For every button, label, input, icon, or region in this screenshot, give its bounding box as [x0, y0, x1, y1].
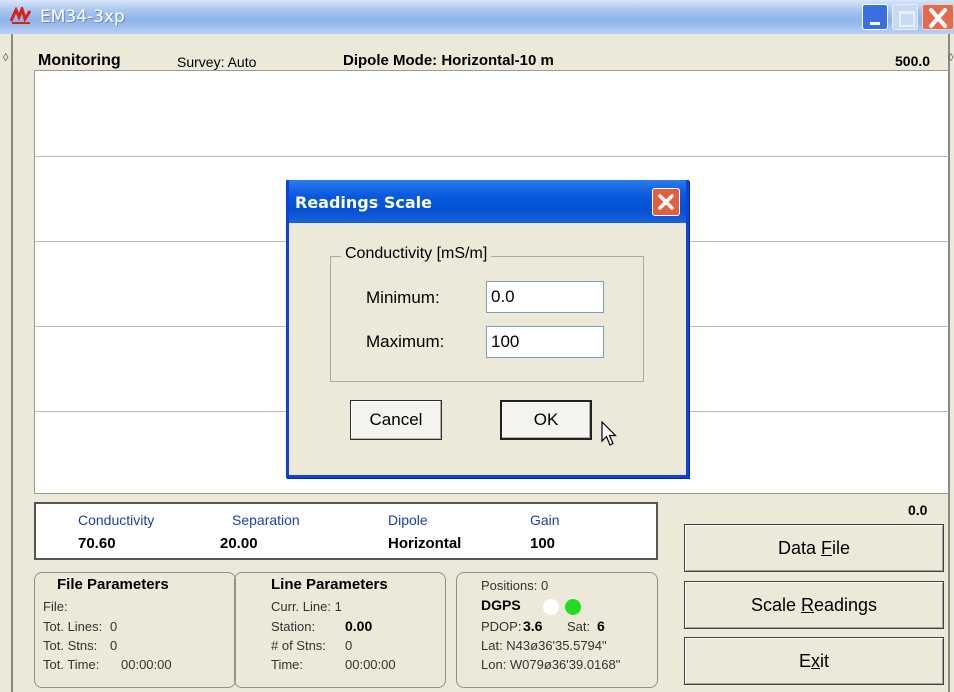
separation-label: Separation — [232, 512, 300, 528]
scale-readings-button[interactable]: Scale Readings — [684, 581, 944, 629]
dipole-value: Horizontal — [388, 535, 462, 552]
separation-value: 20.00 — [220, 535, 258, 552]
close-icon — [658, 194, 674, 210]
ok-button[interactable]: OK — [500, 400, 592, 440]
scale-readings-accel: R — [800, 594, 814, 615]
close-icon — [929, 8, 947, 28]
line-parameters-title: Line Parameters — [271, 576, 388, 593]
maximize-button[interactable] — [892, 4, 918, 30]
time-label: Time: — [271, 657, 304, 672]
dgps-label: DGPS — [481, 597, 521, 613]
minimize-button[interactable] — [862, 4, 888, 30]
data-file-button[interactable]: Data File — [684, 524, 944, 572]
dialog-title: Readings Scale — [295, 193, 432, 212]
sat-label: Sat: — [567, 619, 591, 634]
station-value: 0.00 — [345, 618, 373, 634]
exit-label-pre: E — [798, 650, 811, 671]
dialog-title-bar[interactable]: Readings Scale — [289, 180, 686, 223]
gps-group: Positions: 0 DGPS PDOP: 3.6 Sat: 6 Lat: … — [456, 572, 658, 688]
close-button[interactable] — [922, 4, 954, 30]
cancel-button[interactable]: Cancel — [350, 400, 442, 440]
data-file-label-post: ile — [832, 537, 851, 558]
data-file-accel: F — [821, 537, 832, 558]
positions-label: Positions: 0 — [481, 578, 549, 593]
dipole-label: Dipole — [388, 512, 428, 528]
data-file-label-pre: Data — [777, 537, 821, 558]
tot-stns-label: Tot. Stns: — [43, 638, 98, 653]
num-stns-value: 0 — [345, 638, 353, 653]
title-bar[interactable]: EM34-3xp — [0, 0, 954, 34]
line-parameters-group: Line Parameters Curr. Line: 1 Station: 0… — [234, 572, 446, 688]
tot-time-value: 00:00:00 — [121, 657, 172, 672]
conductivity-label: Conductivity — [78, 512, 155, 528]
app-icon — [10, 7, 32, 24]
left-frame-divider — [11, 34, 13, 692]
pdop-value: 3.6 — [523, 618, 543, 634]
dgps-status-light-on — [565, 599, 581, 615]
time-value: 00:00:00 — [345, 657, 396, 672]
sat-value: 6 — [597, 618, 605, 634]
scale-min-label: 0.0 — [908, 502, 928, 518]
station-label: Station: — [271, 619, 316, 634]
file-parameters-title: File Parameters — [57, 576, 169, 593]
gain-value: 100 — [530, 535, 556, 552]
readings-scale-dialog: Readings Scale Conductivity [mS/m] Minim… — [286, 180, 689, 478]
mode-label: Monitoring — [38, 52, 121, 69]
gain-label: Gain — [530, 512, 560, 528]
curr-line-label: Curr. Line: 1 — [271, 599, 342, 614]
scale-readings-label-pre: Scale — [750, 594, 801, 615]
maximum-input[interactable] — [486, 326, 604, 358]
pdop-label: PDOP: — [481, 619, 522, 634]
right-pin-icon: ◊ — [948, 52, 954, 64]
dialog-close-button[interactable] — [652, 188, 680, 216]
longitude: Lon: W079ø36'39.0168" — [481, 657, 621, 672]
exit-accel: x — [811, 650, 820, 671]
tot-lines-value: 0 — [110, 619, 118, 634]
window-title: EM34-3xp — [40, 7, 125, 27]
tot-stns-value: 0 — [110, 638, 118, 653]
conductivity-group-title: Conductivity [mS/m] — [341, 245, 492, 263]
scale-readings-label-post: eadings — [813, 594, 878, 615]
exit-label-post: it — [820, 650, 829, 671]
conductivity-value: 70.60 — [78, 535, 116, 552]
mouse-pointer-icon — [601, 421, 617, 446]
maximum-label: Maximum: — [366, 332, 445, 351]
dipole-mode-label: Dipole Mode: Horizontal-10 m — [343, 52, 554, 69]
exit-button[interactable]: Ex it — [684, 637, 944, 685]
right-frame-divider — [948, 34, 950, 692]
minimum-input[interactable] — [486, 281, 604, 313]
scale-max-label: 500.0 — [895, 53, 931, 69]
num-stns-label: # of Stns: — [271, 638, 326, 653]
tot-lines-label: Tot. Lines: — [43, 619, 103, 634]
tot-time-label: Tot. Time: — [43, 657, 100, 672]
plot-gridline — [35, 156, 949, 157]
left-pin-icon: ◊ — [3, 52, 9, 64]
readout-panel: Conductivity 70.60 Separation 20.00 Dipo… — [34, 502, 658, 560]
minimum-label: Minimum: — [366, 288, 440, 307]
file-name-label: File: — [43, 599, 68, 614]
conductivity-group — [330, 256, 644, 382]
file-parameters-group: File Parameters File: Tot. Lines: 0 Tot.… — [34, 572, 236, 688]
survey-label: Survey: Auto — [177, 54, 257, 70]
dgps-status-light-off — [543, 599, 559, 615]
latitude: Lat: N43ø36'35.5794" — [481, 638, 607, 653]
